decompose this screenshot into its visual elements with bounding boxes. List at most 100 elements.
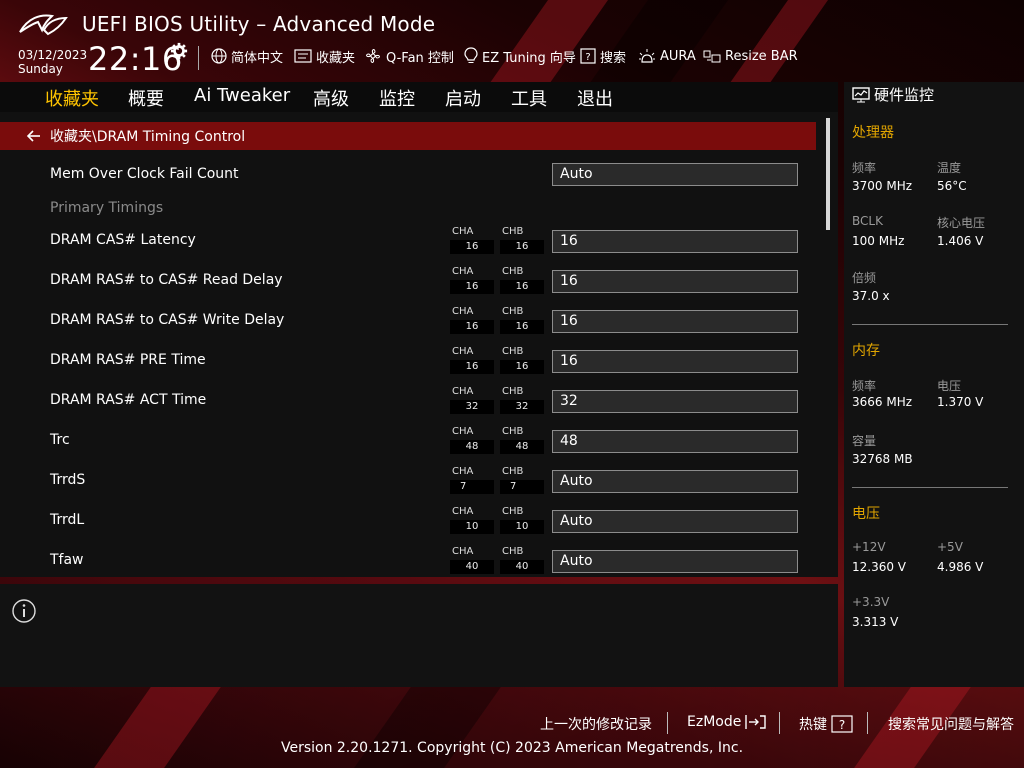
mem-freq-value: 3666 MHz: [852, 395, 913, 409]
hw-monitor-title-text: 硬件监控: [874, 86, 935, 104]
channel-a-value: 16: [450, 280, 494, 294]
channel-b-label: CHB: [502, 386, 524, 397]
channel-b-value: 40: [500, 560, 544, 574]
setting-row: TrrdS CHA 7 CHB 7 Auto: [0, 460, 816, 500]
tab-boot[interactable]: 启动: [445, 85, 481, 111]
voltage-section-title: 电压: [852, 506, 880, 522]
channel-a-readout: CHA 32: [450, 386, 494, 414]
breadcrumb-text: 收藏夹\DRAM Timing Control: [50, 129, 246, 145]
channel-a-label: CHA: [452, 226, 474, 237]
setting-value-field[interactable]: Auto: [552, 510, 798, 533]
hw-divider: [852, 487, 1008, 488]
ratio-label: 倍频: [852, 271, 877, 285]
vcore-value: 1.406 V: [937, 234, 984, 248]
footer: 上一次的修改记录 EzMode 热键 ? 搜索常见问题与解答 Version 2…: [0, 690, 1024, 768]
channel-a-label: CHA: [452, 426, 474, 437]
setting-value-field[interactable]: Auto: [552, 550, 798, 573]
channel-a-label: CHA: [452, 546, 474, 557]
search-button[interactable]: ? 搜索: [580, 46, 626, 66]
aura-icon: [639, 49, 655, 63]
setting-value-field[interactable]: 16: [552, 310, 798, 333]
qfan-label: Q-Fan 控制: [386, 50, 454, 66]
app-title: UEFI BIOS Utility – Advanced Mode: [82, 12, 436, 36]
channel-a-readout: CHA 16: [450, 306, 494, 334]
info-icon: [12, 599, 36, 623]
setting-row: DRAM RAS# to CAS# Write Delay CHA 16 CHB 1…: [0, 300, 816, 340]
settings-scrollbar[interactable]: [826, 118, 830, 230]
footer-divider: [779, 712, 780, 734]
svg-text:?: ?: [839, 718, 845, 732]
hotkeys-button[interactable]: 热键 ?: [799, 714, 853, 734]
tab-favorites[interactable]: 收藏夹: [45, 85, 99, 114]
setting-label: DRAM RAS# to CAS# Read Delay: [50, 272, 283, 288]
gear-icon[interactable]: [170, 42, 188, 60]
channel-a-readout: CHA 16: [450, 346, 494, 374]
setting-value-field[interactable]: 32: [552, 390, 798, 413]
favorites-button[interactable]: 收藏夹: [294, 46, 355, 66]
setting-label: DRAM RAS# ACT Time: [50, 392, 207, 408]
ez-tuning-button[interactable]: EZ Tuning 向导: [464, 46, 576, 66]
aura-button[interactable]: AURA: [638, 46, 696, 66]
channel-a-readout: CHA 48: [450, 426, 494, 454]
hardware-monitor-panel: 硬件监控 处理器 频率 温度 3700 MHz 56°C BCLK 核心电压 1…: [844, 82, 1024, 687]
channel-b-label: CHB: [502, 546, 524, 557]
memory-section-title: 内存: [852, 343, 880, 359]
channel-b-label: CHB: [502, 466, 524, 477]
cpu-freq-label: 频率: [852, 161, 877, 175]
channel-a-label: CHA: [452, 506, 474, 517]
channel-b-value: 32: [500, 400, 544, 414]
ezmode-button[interactable]: EzMode: [687, 714, 767, 730]
setting-value-field[interactable]: 16: [552, 350, 798, 373]
setting-label: DRAM CAS# Latency: [50, 232, 196, 248]
setting-value-field[interactable]: 16: [552, 270, 798, 293]
tab-monitor[interactable]: 监控: [379, 85, 415, 111]
rog-logo-icon: [19, 14, 68, 36]
v33-label: +3.3V: [852, 595, 890, 609]
language-button[interactable]: 简体中文: [211, 46, 283, 66]
setting-value-field[interactable]: Auto: [552, 163, 798, 186]
favorites-label: 收藏夹: [316, 50, 356, 66]
footer-divider: [667, 712, 668, 734]
mem-capacity-value: 32768 MB: [852, 452, 913, 466]
setting-value-field[interactable]: 16: [552, 230, 798, 253]
channel-a-value: 40: [450, 560, 494, 574]
tab-main[interactable]: 概要: [128, 85, 164, 111]
faq-button[interactable]: 搜索常见问题与解答: [888, 714, 1014, 734]
channel-b-value: 7: [500, 480, 544, 494]
channel-a-label: CHA: [452, 346, 474, 357]
channel-a-readout: CHA 16: [450, 226, 494, 254]
last-modified-button[interactable]: 上一次的修改记录: [540, 714, 652, 734]
channel-a-readout: CHA 7: [450, 466, 494, 494]
bclk-label: BCLK: [852, 214, 883, 228]
channel-b-readout: CHB 16: [500, 346, 544, 374]
exit-to-icon: [745, 715, 767, 729]
channel-b-readout: CHB 10: [500, 506, 544, 534]
channel-a-value: 16: [450, 240, 494, 254]
setting-value-field[interactable]: Auto: [552, 470, 798, 493]
back-arrow-icon[interactable]: [26, 128, 42, 144]
channel-a-readout: CHA 40: [450, 546, 494, 574]
ez-tuning-label: EZ Tuning 向导: [482, 50, 576, 66]
setting-row: DRAM RAS# PRE Time CHA 16 CHB 16 16: [0, 340, 816, 380]
tab-advanced[interactable]: 高级: [313, 85, 349, 111]
ezmode-label: EzMode: [687, 714, 742, 730]
channel-a-value: 32: [450, 400, 494, 414]
setting-row: TrrdL CHA 10 CHB 10 Auto: [0, 500, 816, 540]
help-info-panel: [0, 584, 838, 687]
channel-a-readout: CHA 16: [450, 266, 494, 294]
resize-bar-button[interactable]: Resize BAR: [703, 46, 798, 66]
mem-capacity-label: 容量: [852, 434, 877, 448]
qfan-button[interactable]: Q-Fan 控制: [364, 46, 454, 66]
channel-a-label: CHA: [452, 306, 474, 317]
cpu-temp-label: 温度: [937, 161, 962, 175]
main-menu-bar: 收藏夹 概要 Ai Tweaker 高级 监控 启动 工具 退出: [0, 82, 838, 114]
tab-tool[interactable]: 工具: [511, 85, 547, 111]
tab-exit[interactable]: 退出: [577, 85, 613, 111]
channel-b-label: CHB: [502, 266, 524, 277]
setting-value-field[interactable]: 48: [552, 430, 798, 453]
channel-b-value: 48: [500, 440, 544, 454]
v33-value: 3.313 V: [852, 615, 899, 629]
v5-label: +5V: [937, 540, 963, 554]
tab-ai-tweaker[interactable]: Ai Tweaker: [194, 85, 290, 106]
channel-b-readout: CHB 48: [500, 426, 544, 454]
